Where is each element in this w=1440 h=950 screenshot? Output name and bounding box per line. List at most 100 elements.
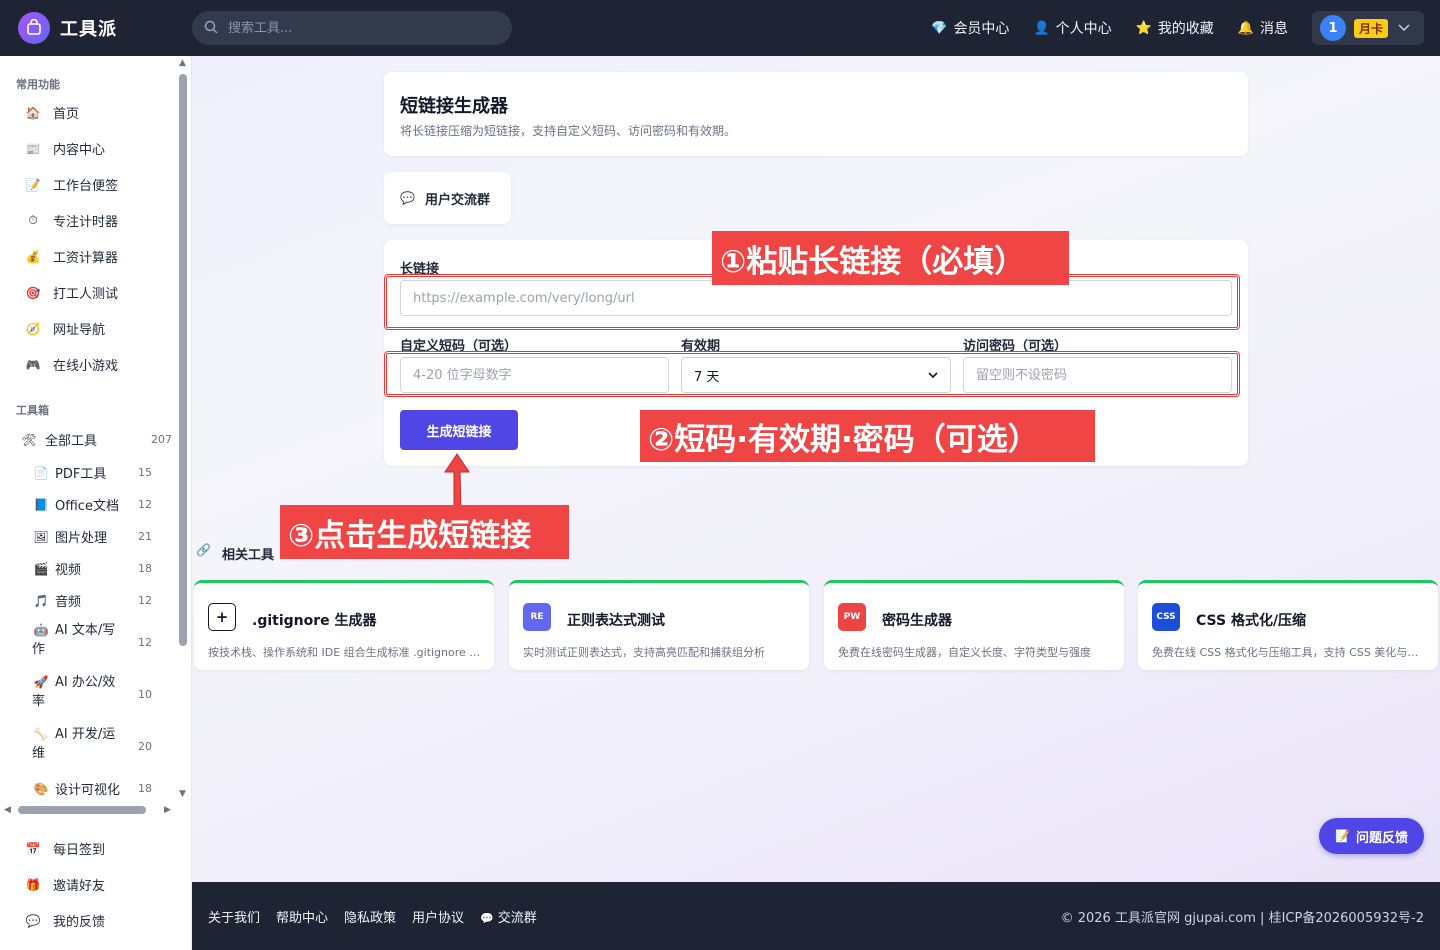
nav-membership[interactable]: 💎 会员中心 [931,18,1009,38]
tool-name: CSS 格式化/压缩 [1196,613,1307,629]
target-icon: 🎯 [25,285,41,300]
related-tools-title: 相关工具 [222,548,275,563]
nav-profile[interactable]: 👤 个人中心 [1033,18,1111,38]
logo[interactable]: 工具派 [18,12,192,44]
sidebar-item-label: 我的反馈 [53,915,106,930]
bell-icon: 🔔 [1237,20,1254,36]
tool-card-gitignore[interactable]: + .gitignore 生成器 按技术栈、操作系统和 IDE 组合生成标准 .… [194,580,494,670]
footer-community-label: 交流群 [497,910,537,926]
scroll-down-arrow-icon[interactable]: ▼ [179,789,186,799]
sidebar-item-games[interactable]: 🎮 在线小游戏 [24,355,192,375]
nav-favorites-label: 我的收藏 [1157,21,1214,37]
logo-text: 工具派 [60,19,117,40]
sidebar-item-label: 打工人测试 [53,287,119,302]
tool-card-password[interactable]: PW 密码生成器 免费在线密码生成器，自定义长度、字符类型与强度 [824,580,1124,670]
footer-link-terms[interactable]: 用户协议 [412,907,464,926]
sidebar-item-worker-test[interactable]: 🎯 打工人测试 [24,283,192,303]
sidebar-item-ai-office[interactable]: 🚀 AI 办公/效率 10 [32,675,158,713]
tool-count: 12 [138,594,152,607]
tool-card-regex[interactable]: RE 正则表达式测试 实时测试正则表达式，支持高亮匹配和捕获组分析 [509,580,809,670]
sidebar-item-all-tools[interactable]: 🛠 全部工具 207 [20,430,178,450]
annotation-step1: ①粘贴长链接（必填） [712,231,1069,285]
footer-link-about[interactable]: 关于我们 [208,907,260,926]
tool-card-css[interactable]: CSS CSS 格式化/压缩 免费在线 CSS 格式化与压缩工具，支持 CSS … [1138,580,1438,670]
tool-count: 10 [138,688,152,701]
feedback-label: 问题反馈 [1355,830,1408,846]
person-icon: 👤 [1033,20,1050,36]
tool-desc: 按技术栈、操作系统和 IDE 组合生成标准 .gitignore 文件 [208,646,484,659]
sidebar-item-label: 网址导航 [53,323,106,338]
sidebar-item-invite[interactable]: 🎁 邀请好友 [24,875,200,895]
title-card: 短链接生成器 将长链接压缩为短链接，支持自定义短码、访问密码和有效期。 [384,72,1248,156]
sidebar-item-my-feedback[interactable]: 💬 我的反馈 [24,911,200,931]
sidebar-vertical-scrollbar[interactable] [179,74,187,646]
nav-messages-label: 消息 [1260,21,1288,37]
sidebar-item-label: 全部工具 [45,434,98,449]
footer-link-community[interactable]: 💬 交流群 [480,907,537,926]
sidebar-item-notes[interactable]: 📝 工作台便签 [24,175,192,195]
nav-messages[interactable]: 🔔 消息 [1238,18,1288,38]
sidebar-item-label: PDF工具 [55,467,107,482]
footer-link-privacy[interactable]: 隐私政策 [344,907,396,926]
generate-button[interactable]: 生成短链接 [400,410,518,450]
sidebar-item-pdf[interactable]: 📄 PDF工具 15 [32,463,158,483]
tool-desc: 实时测试正则表达式，支持高亮匹配和捕获组分析 [523,646,765,659]
tool-count: 18 [138,782,152,795]
sidebar-item-salary[interactable]: 💰 工资计算器 [24,247,192,267]
nav-membership-label: 会员中心 [953,21,1010,37]
star-icon: ⭐ [1135,20,1152,36]
annotation-step3: ③点击生成短链接 [280,505,569,559]
sidebar-item-label-cont: 率 [32,694,46,709]
tool-desc: 免费在线 CSS 格式化与压缩工具，支持 CSS 美化与压缩 [1152,646,1428,659]
picture-icon: 🖼 [33,529,49,544]
speech-bubble-icon: 💬 [480,911,494,925]
nav-favorites[interactable]: ⭐ 我的收藏 [1136,18,1214,38]
sidebar-item-design[interactable]: 🎨 设计可视化 18 [32,779,158,799]
sidebar-item-label: 工作台便签 [53,179,119,194]
sidebar-item-content[interactable]: 📰 内容中心 [24,139,192,159]
scroll-up-arrow-icon[interactable]: ▲ [179,58,186,68]
page-subtitle: 将长链接压缩为短链接，支持自定义短码、访问密码和有效期。 [400,124,737,138]
tool-count: 20 [138,740,152,753]
chevron-down-icon [1398,21,1410,35]
sidebar-item-ai-dev[interactable]: 🦴 AI 开发/运维 20 [32,727,158,765]
sidebar-item-timer[interactable]: ⏱ 专注计时器 [24,211,192,230]
footer-link-help[interactable]: 帮助中心 [276,907,328,926]
sidebar-item-ai-writing[interactable]: 🤖 AI 文本/写作 12 [32,623,158,661]
sidebar-item-office[interactable]: 📘 Office文档 12 [32,495,158,515]
sidebar-item-checkin[interactable]: 📅 每日签到 [24,839,200,859]
search-input[interactable] [228,20,488,36]
feedback-button[interactable]: 📝 问题反馈 [1319,818,1424,854]
gamepad-icon: 🎮 [25,357,41,372]
sidebar-item-label: 首页 [53,107,80,122]
diamond-icon: 💎 [931,20,948,36]
search-icon [204,19,218,38]
scroll-left-arrow-icon[interactable]: ◀ [4,805,11,815]
sidebar-item-home[interactable]: 🏠 首页 [24,103,192,123]
memo-icon: 📝 [25,177,41,192]
compass-icon: 🧭 [25,321,41,336]
sidebar-item-nav[interactable]: 🧭 网址导航 [24,319,192,339]
sidebar-item-label: 在线小游戏 [53,359,119,374]
sidebar-horizontal-scrollbar[interactable] [18,806,146,814]
sidebar-item-image[interactable]: 🖼 图片处理 21 [32,527,158,547]
sidebar-scroll-area[interactable]: 常用功能 🏠 首页 📰 内容中心 📝 工作台便签 ⏱ 专注计时器 💰 工资计算器 🎯 打工人… [0,56,192,816]
scroll-right-arrow-icon[interactable]: ▶ [164,805,171,815]
sidebar-item-label: AI 办公/效 [55,675,116,690]
tool-count: 18 [138,562,152,575]
user-menu[interactable]: 1 月卡 [1312,11,1424,45]
top-bar: 工具派 💎 会员中心 👤 个人中心 ⭐ 我的收藏 🔔 消息 1 月卡 [0,0,1440,56]
password-icon: PW [838,603,866,631]
copyright: © 2026 工具派官网 gjupai.com | 桂ICP备202600593… [1060,910,1424,926]
nav-profile-label: 个人中心 [1055,21,1112,37]
sidebar-item-label: AI 开发/运 [55,727,116,742]
sidebar-item-video[interactable]: 🎬 视频 18 [32,559,158,579]
sidebar-item-label: 图片处理 [55,531,108,546]
tool-name: 密码生成器 [882,613,952,629]
membership-badge: 月卡 [1354,18,1389,38]
community-button[interactable]: 💬 用户交流群 [384,172,511,224]
search-bar[interactable] [192,11,512,45]
file-plus-icon: + [208,603,236,631]
sidebar: 常用功能 🏠 首页 📰 内容中心 📝 工作台便签 ⏱ 专注计时器 💰 工资计算器 🎯 打工人… [0,56,192,950]
sidebar-item-audio[interactable]: 🎵 音频 12 [32,591,158,611]
